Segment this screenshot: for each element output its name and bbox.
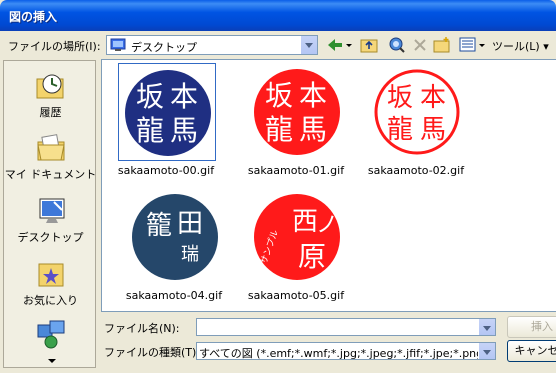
lookin-label: ファイルの場所(I): (8, 40, 101, 53)
svg-text:龍: 龍 (265, 113, 293, 146)
place-label: マイ ドキュメント (4, 168, 97, 181)
filetype-select[interactable]: すべての図 (*.emf;*.wmf;*.jpg;*.jpeg;*.jfif;*… (196, 342, 496, 360)
desktop-icon (39, 198, 64, 223)
views-icon[interactable] (459, 36, 489, 54)
title-bar[interactable]: 図の挿入 (0, 0, 556, 31)
svg-text:田: 田 (177, 209, 203, 239)
file-thumbnail[interactable]: 坂 本 龍 馬 (368, 63, 466, 161)
svg-text:坂: 坂 (265, 79, 293, 112)
stamp-image: 坂 本 龍 馬 (254, 69, 340, 155)
stamp-image: 西 ノ 原 サンプル (254, 194, 340, 280)
favorites-icon (38, 263, 63, 287)
svg-text:馬: 馬 (170, 114, 198, 147)
svg-text:ノ: ノ (316, 213, 338, 238)
file-name: sakaamoto-04.gif (125, 289, 223, 302)
svg-text:籠: 籠 (146, 211, 172, 241)
desktop-icon (110, 38, 126, 51)
delete-icon[interactable] (412, 36, 428, 54)
svg-text:本: 本 (420, 83, 446, 113)
file-name: sakaamoto-02.gif (367, 164, 465, 177)
svg-text:西: 西 (292, 207, 318, 237)
filetype-dropdown-arrow[interactable] (478, 343, 495, 359)
search-web-icon[interactable] (388, 36, 406, 54)
my-documents-icon (36, 134, 65, 161)
place-label: デスクトップ (17, 231, 84, 244)
lookin-value: デスクトップ (131, 41, 197, 54)
file-thumbnail[interactable]: 籠 田 瑞 (126, 188, 224, 286)
places-bar: 履歴 マイ ドキュメント デスクトップ お気に入り (3, 60, 96, 368)
svg-text:瑞: 瑞 (181, 244, 199, 265)
place-favorites[interactable]: お気に入り (4, 259, 97, 308)
new-folder-icon[interactable] (433, 36, 451, 54)
svg-text:本: 本 (299, 79, 327, 112)
file-name: sakaamoto-01.gif (247, 164, 345, 177)
up-folder-icon[interactable] (360, 36, 378, 54)
filename-input[interactable] (196, 318, 496, 336)
place-label: お気に入り (23, 294, 78, 307)
svg-text:坂: 坂 (136, 80, 164, 113)
back-icon[interactable] (326, 36, 356, 54)
lookin-dropdown-arrow[interactable] (300, 36, 317, 54)
insert-picture-dialog: 図の挿入 ファイルの場所(I): デスクトップ ツール(L) ▾ 履歴 マイ ド… (0, 0, 556, 373)
insert-button[interactable]: 挿入 (507, 316, 556, 338)
file-name: sakaamoto-00.gif (117, 164, 215, 177)
svg-text:本: 本 (170, 80, 198, 113)
file-thumbnail[interactable]: 坂 本 龍 馬 (118, 63, 216, 161)
place-desktop[interactable]: デスクトップ (4, 196, 97, 245)
svg-text:坂: 坂 (387, 83, 413, 113)
stamp-image: 坂 本 龍 馬 (125, 70, 211, 156)
cancel-button[interactable]: キャンセル (507, 340, 556, 362)
lookin-dropdown[interactable]: デスクトップ (106, 35, 318, 55)
stamp-image: 坂 本 龍 馬 (374, 69, 460, 155)
file-thumbnail[interactable]: 坂 本 龍 馬 (248, 63, 346, 161)
window-title: 図の挿入 (9, 10, 58, 24)
stamp-image: 籠 田 瑞 (132, 194, 218, 280)
svg-text:馬: 馬 (299, 113, 327, 146)
places-scroll-down[interactable] (48, 359, 56, 363)
network-icon (37, 320, 64, 349)
history-icon (36, 74, 63, 99)
file-list: 坂 本 龍 馬 sakaamoto-00.gif 坂 本 龍 馬 sakaamo… (101, 59, 556, 312)
place-network[interactable] (4, 319, 97, 349)
file-thumbnail[interactable]: 西 ノ 原 サンプル (248, 188, 346, 286)
filetype-value: すべての図 (*.emf;*.wmf;*.jpg;*.jpeg;*.jfif;*… (199, 347, 496, 360)
tools-menu-label: ツール(L) (492, 40, 540, 53)
filename-dropdown-arrow[interactable] (478, 319, 495, 335)
svg-text:龍: 龍 (387, 115, 413, 145)
svg-text:龍: 龍 (136, 114, 164, 147)
svg-text:馬: 馬 (420, 115, 446, 145)
place-label: 履歴 (39, 106, 62, 119)
filetype-label: ファイルの種類(T): (104, 346, 201, 359)
place-history[interactable]: 履歴 (4, 71, 97, 120)
tools-menu[interactable]: ツール(L) ▾ (492, 38, 549, 56)
filename-label: ファイル名(N): (104, 322, 180, 335)
place-my-documents[interactable]: マイ ドキュメント (4, 133, 97, 182)
svg-text:原: 原 (298, 240, 326, 273)
file-name: sakaamoto-05.gif (247, 289, 345, 302)
